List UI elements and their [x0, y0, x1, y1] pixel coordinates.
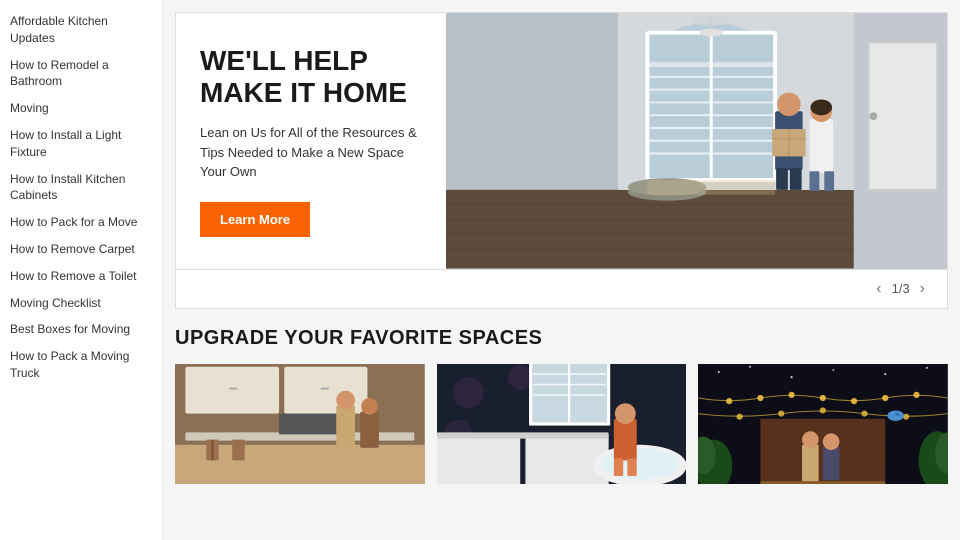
upgrade-card-bathroom[interactable] [437, 364, 687, 484]
hero-subtitle: Lean on Us for All of the Resources & Ti… [200, 123, 422, 182]
sidebar-item-3[interactable]: How to Install a Light Fixture [0, 122, 162, 166]
sidebar-item-6[interactable]: How to Remove Carpet [0, 236, 162, 263]
pagination-indicator: 1/3 [892, 281, 910, 296]
hero-image [446, 13, 947, 269]
next-arrow[interactable]: › [914, 278, 931, 300]
carousel-pagination: ‹ 1/3 › [175, 270, 948, 309]
main-content: WE'LL HELPMAKE IT HOME Lean on Us for Al… [163, 0, 960, 540]
sidebar-item-1[interactable]: How to Remodel a Bathroom [0, 52, 162, 96]
upgrade-cards-container [175, 364, 948, 484]
hero-title: WE'LL HELPMAKE IT HOME [200, 45, 422, 109]
upgrade-section: UPGRADE YOUR FAVORITE SPACES [175, 327, 948, 484]
sidebar-item-4[interactable]: How to Install Kitchen Cabinets [0, 166, 162, 210]
sidebar-item-7[interactable]: How to Remove a Toilet [0, 263, 162, 290]
hero-banner: WE'LL HELPMAKE IT HOME Lean on Us for Al… [175, 12, 948, 270]
sidebar-item-5[interactable]: How to Pack for a Move [0, 209, 162, 236]
upgrade-title: UPGRADE YOUR FAVORITE SPACES [175, 327, 948, 350]
sidebar-item-8[interactable]: Moving Checklist [0, 290, 162, 317]
upgrade-card-kitchen[interactable] [175, 364, 425, 484]
sidebar-item-10[interactable]: How to Pack a Moving Truck [0, 343, 162, 387]
hero-text-area: WE'LL HELPMAKE IT HOME Lean on Us for Al… [176, 13, 446, 269]
sidebar: Affordable Kitchen UpdatesHow to Remodel… [0, 0, 163, 540]
learn-more-button[interactable]: Learn More [200, 202, 310, 237]
upgrade-card-outdoor[interactable] [698, 364, 948, 484]
sidebar-item-2[interactable]: Moving [0, 95, 162, 122]
prev-arrow[interactable]: ‹ [870, 278, 887, 300]
sidebar-item-0[interactable]: Affordable Kitchen Updates [0, 8, 162, 52]
sidebar-item-9[interactable]: Best Boxes for Moving [0, 316, 162, 343]
